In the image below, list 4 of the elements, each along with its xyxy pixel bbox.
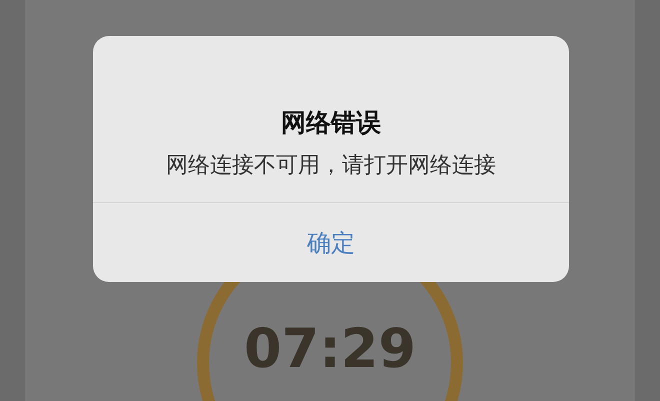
confirm-button[interactable]: 确定 bbox=[93, 203, 569, 282]
dialog-title: 网络错误 bbox=[281, 110, 381, 135]
timer-time: 07:29 bbox=[244, 322, 416, 376]
dialog-message: 网络连接不可用，请打开网络连接 bbox=[166, 155, 496, 177]
